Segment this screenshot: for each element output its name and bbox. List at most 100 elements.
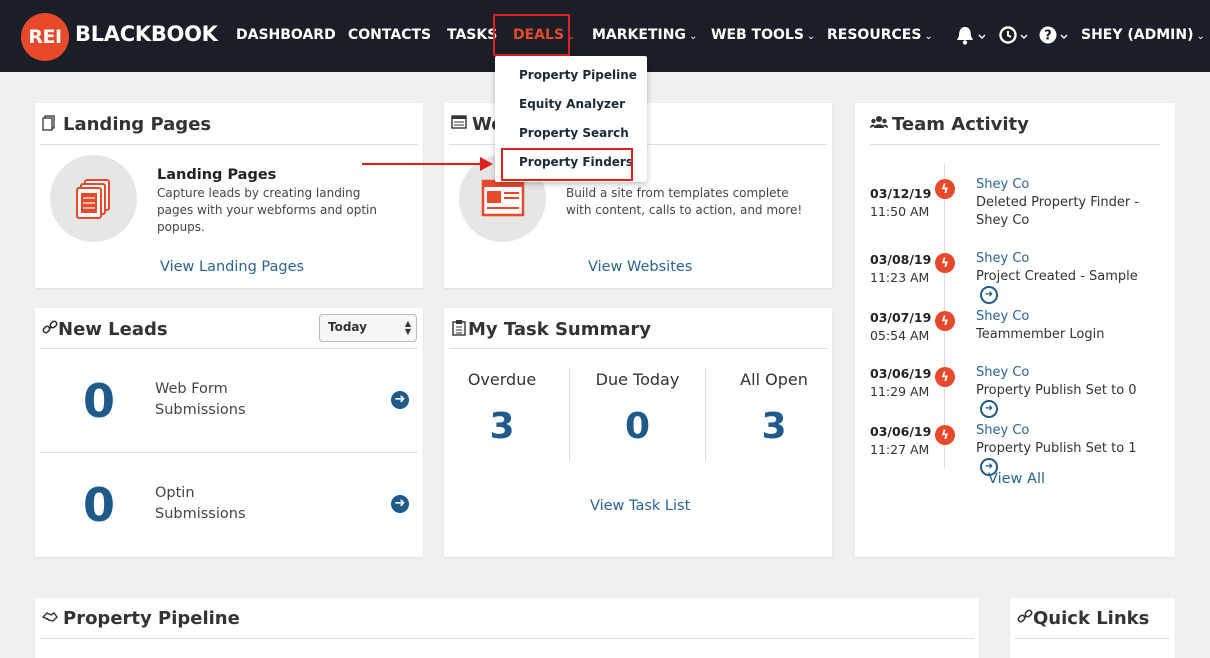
brand-logo[interactable]: REI BLACKBOOK [21,13,218,61]
activity-date: 03/07/19 [870,310,932,325]
divider [40,348,418,349]
lightning-icon: ϟ [935,253,955,273]
browser-icon [451,115,467,129]
due-today-label: Due Today [595,370,680,389]
activity-user-link[interactable]: Shey Co [976,251,1029,266]
nav-tasks[interactable]: TASKS [447,27,497,43]
web-form-label-1: Web Form [155,381,228,397]
chevron-down-icon: ⌄ [924,31,933,42]
card-title: My Task Summary [468,319,652,340]
divider [40,638,974,639]
overdue-count[interactable]: 3 [444,406,560,447]
lightning-icon: ϟ [935,311,955,331]
activity-description: Project Created - Sample ➜ [976,268,1156,305]
menu-item-property-search[interactable]: Property Search [519,126,629,140]
card-title: New Leads [58,319,168,340]
view-websites-link[interactable]: View Websites [588,259,692,275]
activity-user-link[interactable]: Shey Co [976,177,1029,192]
user-menu[interactable]: SHEY (ADMIN) ⌄ [1081,27,1205,43]
nav-resources[interactable]: RESOURCES ⌄ [827,27,933,43]
activity-user-link[interactable]: Shey Co [976,309,1029,324]
activity-description-text: Project Created - Sample [976,269,1138,284]
web-form-label-2: Submissions [155,402,246,418]
clipboard-icon [452,320,466,336]
optin-count: 0 [83,478,116,532]
arrow-right-circle-icon[interactable]: ➜ [980,286,998,304]
activity-date: 03/12/19 [870,186,932,201]
logo-text: BLACKBOOK [75,22,218,46]
leads-period-value: Today [328,320,367,334]
team-icon [870,116,888,128]
chevron-down-icon: ⌄ [688,31,698,42]
pages-icon [42,115,55,131]
nav-web-tools-label: WEB TOOLS [711,27,804,43]
nav-contacts-label: CONTACTS [348,27,432,43]
optin-label: Optin Submissions [155,483,246,525]
overdue-label: Overdue [467,370,537,389]
activity-description: Teammember Login [976,327,1105,342]
nav-contacts[interactable]: CONTACTS [348,27,431,43]
help-icon: ? [1039,26,1068,44]
annotation-arrow-line [362,163,482,165]
arrow-right-circle-icon[interactable]: ➜ [980,400,998,418]
web-form-label: Web Form Submissions [155,379,246,421]
optin-label-2: Submissions [155,506,246,522]
activity-date: 03/06/19 [870,366,932,381]
menu-item-equity-analyzer[interactable]: Equity Analyzer [519,97,625,111]
view-task-list-link[interactable]: View Task List [590,498,690,514]
arrow-right-circle-icon[interactable]: ➜ [391,495,409,513]
landing-heading: Landing Pages [157,167,277,183]
landing-pages-card: Landing Pages Landing Pages Capture lead… [35,103,423,288]
nav-dashboard-label: DASHBOARD [236,27,336,43]
activity-description-text: Property Publish Set to 1 [976,441,1137,456]
arrow-right-circle-icon[interactable]: ➜ [391,391,409,409]
activity-user-link[interactable]: Shey Co [976,365,1029,380]
all-open-count[interactable]: 3 [706,406,842,447]
divider [40,144,418,145]
card-title: Landing Pages [63,114,212,135]
nav-dashboard[interactable]: DASHBOARD [236,27,336,43]
updown-icon: ▲ ▼ [404,319,411,336]
leads-period-select[interactable]: Today ▲ ▼ [319,314,417,342]
divider [1015,638,1170,639]
nav-marketing[interactable]: MARKETING ⌄ [592,27,697,43]
chevron-down-icon: ⌄ [806,31,816,42]
websites-description: Build a site from templates complete wit… [566,186,803,217]
svg-text:?: ? [1044,29,1052,44]
history-button[interactable] [998,25,1030,51]
due-today-count[interactable]: 0 [570,406,705,447]
lightning-icon: ϟ [935,425,955,445]
chevron-down-icon: ⌄ [1196,31,1205,42]
divider [870,144,1160,145]
property-finders-highlight-box [501,148,633,181]
lightning-icon: ϟ [935,367,955,387]
menu-item-property-pipeline[interactable]: Property Pipeline [519,68,637,82]
all-open-label: All Open [740,370,808,389]
card-title: Team Activity [892,114,1029,135]
deals-highlight-box [493,14,570,56]
activity-date: 03/06/19 [870,424,932,439]
landing-pages-icon [50,155,137,242]
view-landing-pages-link[interactable]: View Landing Pages [160,259,304,275]
view-all-activity-link[interactable]: View All [988,471,1045,487]
activity-date: 03/08/19 [870,252,932,267]
nav-web-tools[interactable]: WEB TOOLS ⌄ [711,27,815,43]
activity-description: Deleted Property Finder - Shey Co [976,195,1140,228]
property-pipeline-card: Property Pipeline [35,598,979,658]
activity-description: Property Publish Set to 0 ➜ [976,382,1156,419]
user-name: SHEY (ADMIN) [1081,27,1194,43]
activity-time: 11:29 AM [870,384,930,399]
divider [40,452,418,453]
task-summary-stats: Overdue 3 Due Today 0 All Open 3 [444,370,832,460]
link-icon [42,320,58,334]
activity-user-link[interactable]: Shey Co [976,423,1029,438]
link-icon [1017,609,1033,623]
help-button[interactable]: ? [1039,25,1071,51]
activity-time: 11:27 AM [870,442,930,457]
nav-resources-label: RESOURCES [827,27,922,43]
web-form-count: 0 [83,374,116,428]
notifications-button[interactable] [955,25,987,51]
card-title: Property Pipeline [63,608,240,629]
handshake-icon [42,612,58,622]
nav-tasks-label: TASKS [447,27,498,43]
